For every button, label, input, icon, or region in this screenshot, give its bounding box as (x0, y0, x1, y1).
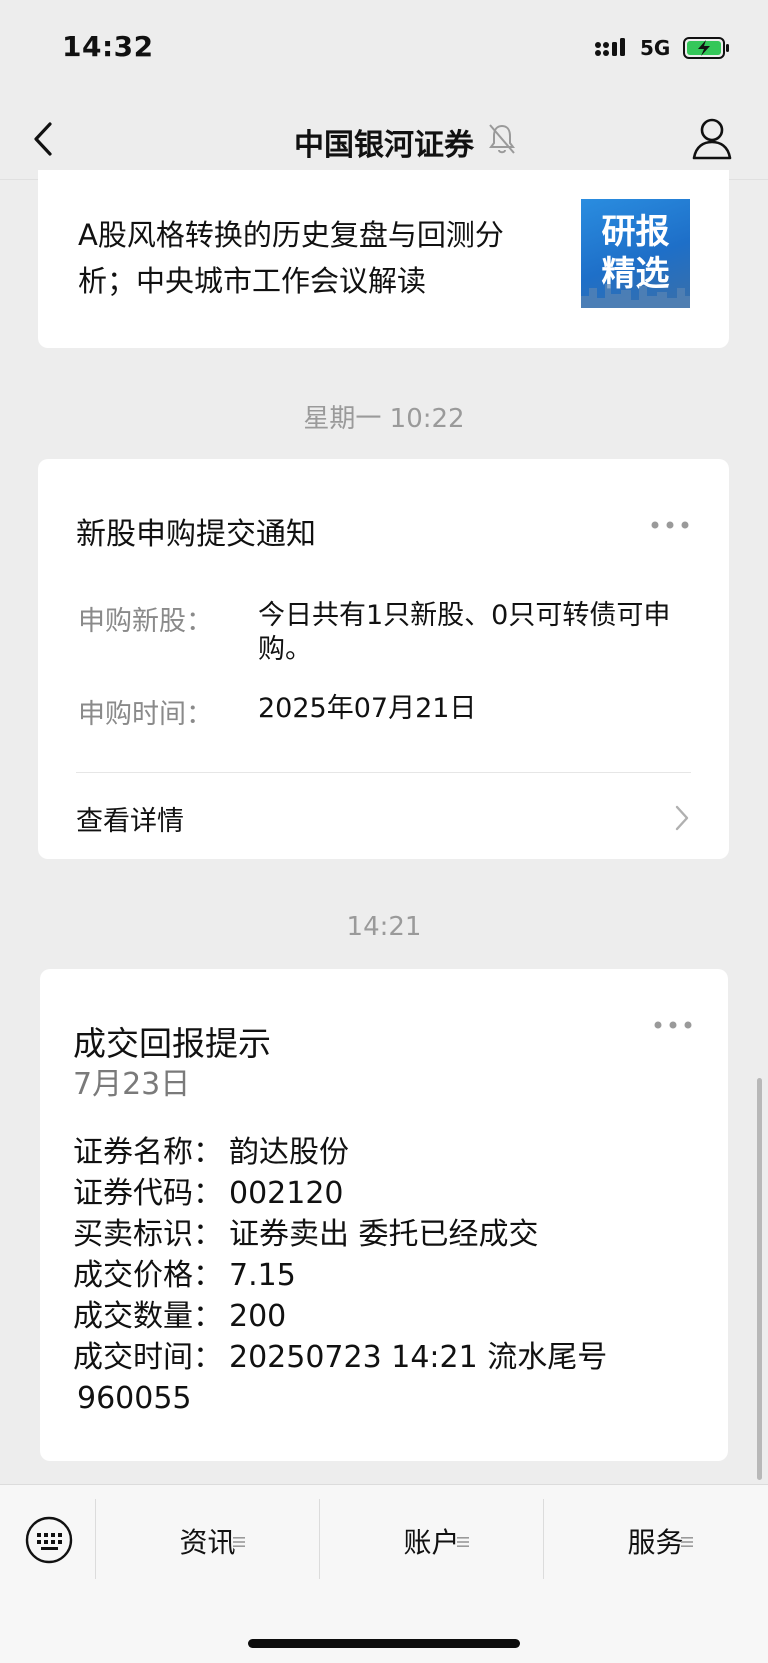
keyboard-toggle-icon[interactable] (24, 1515, 74, 1565)
home-indicator[interactable] (248, 1639, 520, 1648)
menu-lines-icon (233, 1537, 245, 1547)
menu-item-account[interactable]: 账户 (319, 1499, 543, 1579)
divider (76, 772, 691, 773)
more-dots-icon[interactable] (653, 1020, 693, 1030)
trade-row-label: 成交价格： (73, 1258, 223, 1293)
ipo-row-value: 2025年07月21日 (258, 693, 477, 724)
profile-icon[interactable] (690, 114, 734, 164)
trade-row-value: 200 (229, 1299, 287, 1334)
trade-row: 成交时间： 20250723 14:21 流水尾号 (73, 1337, 713, 1378)
menu-lines-icon (457, 1537, 469, 1547)
trade-row-label: 成交时间： (73, 1340, 223, 1375)
menu-lines-icon (681, 1537, 693, 1547)
chevron-right-icon[interactable] (672, 801, 692, 835)
skyline-graphic (581, 284, 690, 308)
status-time: 14:32 (62, 30, 154, 63)
report-card[interactable]: A股风格转换的历史复盘与回测分析；中央城市工作会议解读 研报 精选 (38, 170, 729, 348)
menu-label-text: 资讯 (179, 1526, 236, 1559)
report-thumbnail[interactable]: 研报 精选 (581, 199, 690, 308)
cellular-signal-icon (595, 38, 625, 56)
trade-report-card: 成交回报提示 7月23日 证券名称： 韵达股份 证券代码： 002120 买卖标识：… (40, 969, 728, 1461)
ipo-row-label: 申购新股： (78, 606, 213, 637)
status-bar: 14:32 5G (0, 0, 768, 100)
more-dots-icon[interactable] (650, 520, 690, 530)
ipo-card-title: 新股申购提交通知 (76, 517, 316, 552)
trade-row: 证券名称： 韵达股份 (73, 1132, 713, 1173)
bottom-menu-bar: 资讯 账户 服务 (0, 1484, 768, 1663)
menu-item-service[interactable]: 服务 (543, 1499, 767, 1579)
trade-row-value: 7.15 (229, 1258, 296, 1293)
trade-row: 成交价格： 7.15 (73, 1255, 713, 1296)
battery-charging-icon (683, 37, 729, 59)
trade-row-label: 买卖标识： (73, 1217, 223, 1252)
trade-row: 证券代码： 002120 (73, 1173, 713, 1214)
report-title[interactable]: A股风格转换的历史复盘与回测分析；中央城市工作会议解读 (78, 212, 548, 304)
trade-date: 7月23日 (73, 1067, 191, 1102)
trade-row-value: 证券卖出 委托已经成交 (229, 1217, 539, 1252)
chat-header: 中国银河证券 (0, 100, 768, 180)
trade-row: 买卖标识： 证券卖出 委托已经成交 (73, 1214, 713, 1255)
mute-bell-icon (489, 124, 515, 154)
menu-label-text: 服务 (627, 1526, 684, 1559)
menu-item-label: 资讯 (96, 1521, 319, 1561)
trade-row-label: 证券代码： (73, 1176, 223, 1211)
view-details-link[interactable]: 查看详情 (76, 799, 184, 838)
time-separator: 星期一 10:22 (303, 404, 465, 434)
trade-row-value: 韵达股份 (229, 1135, 349, 1170)
network-type: 5G (640, 36, 671, 60)
trade-row-value: 20250723 14:21 流水尾号 (229, 1340, 608, 1375)
page-title: 中国银河证券 (294, 128, 474, 163)
thumb-line-1: 研报 (601, 212, 670, 252)
trade-serial-tail: 960055 (77, 1381, 192, 1416)
trade-row: 成交数量： 200 (73, 1296, 713, 1337)
trade-row-label: 证券名称： (73, 1135, 223, 1170)
menu-item-news[interactable]: 资讯 (95, 1499, 319, 1579)
menu-item-label: 服务 (544, 1521, 767, 1561)
menu-item-label: 账户 (320, 1521, 543, 1561)
ipo-notice-card: 新股申购提交通知 申购新股： 今日共有1只新股、0只可转债可申购。 申购时间： … (38, 459, 729, 859)
scrollbar[interactable] (757, 1078, 762, 1480)
trade-card-title: 成交回报提示 (73, 1024, 271, 1063)
trade-details: 证券名称： 韵达股份 证券代码： 002120 买卖标识： 证券卖出 委托已经成交 成… (73, 1132, 713, 1419)
time-separator: 14:21 (346, 912, 422, 942)
ipo-row-value: 今日共有1只新股、0只可转债可申购。 (258, 600, 671, 665)
trade-row-value: 002120 (229, 1176, 344, 1211)
ipo-row-label: 申购时间： (78, 699, 213, 730)
menu-label-text: 账户 (403, 1526, 460, 1559)
trade-row-label: 成交数量： (73, 1299, 223, 1334)
